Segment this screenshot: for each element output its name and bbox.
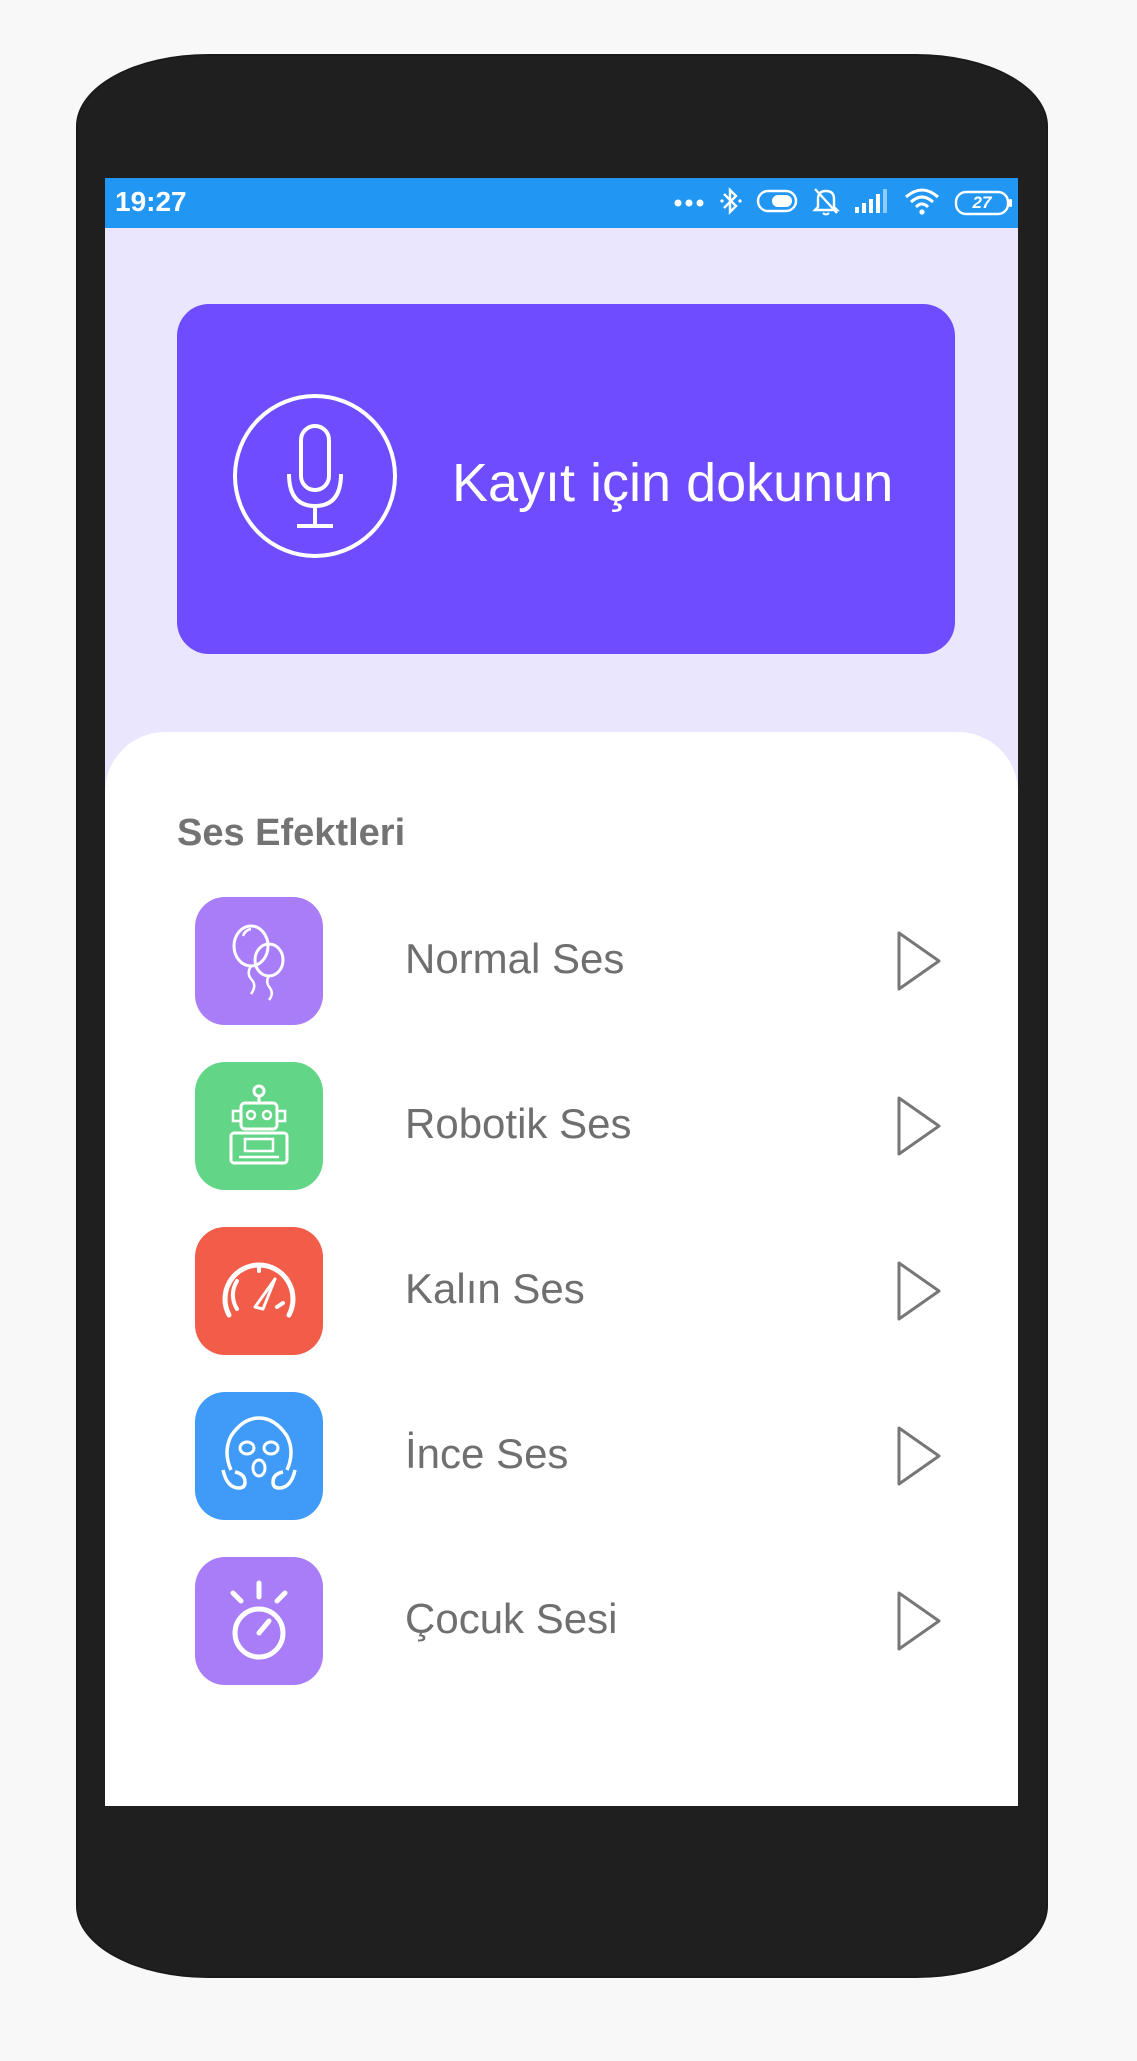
play-icon[interactable]	[895, 929, 943, 993]
play-icon[interactable]	[895, 1094, 943, 1158]
effect-label: Robotik Ses	[405, 1100, 632, 1147]
effect-label: Kalın Ses	[405, 1265, 585, 1312]
status-icons: 27	[674, 184, 1014, 222]
effect-item-deep[interactable]: Kalın Ses	[195, 1227, 955, 1355]
bluetooth-icon	[720, 186, 742, 221]
scared-face-icon	[195, 1392, 323, 1520]
section-title: Ses Efektleri	[177, 812, 406, 854]
play-icon[interactable]	[895, 1259, 943, 1323]
stopwatch-icon	[195, 1557, 323, 1685]
effect-label: Normal Ses	[405, 935, 625, 982]
app-screen: 19:27 27 Kayıt için dokunun Ses Efektler…	[105, 178, 1018, 1806]
effect-label: İnce Ses	[405, 1430, 569, 1477]
signal-icon	[854, 188, 890, 219]
play-icon[interactable]	[895, 1589, 943, 1653]
speedometer-icon	[195, 1227, 323, 1355]
mute-bell-icon	[812, 186, 840, 221]
toggle-icon	[756, 188, 798, 219]
effects-sheet: Ses Efektleri Normal Ses Robotik Ses Kal…	[105, 732, 1018, 1806]
effect-item-normal[interactable]: Normal Ses	[195, 897, 955, 1025]
effect-item-thin[interactable]: İnce Ses	[195, 1392, 955, 1520]
record-label: Kayıt için dokunun	[452, 453, 894, 513]
microphone-icon	[233, 394, 397, 558]
effect-item-child[interactable]: Çocuk Sesi	[195, 1557, 955, 1685]
wifi-icon	[904, 187, 940, 220]
effect-item-robotic[interactable]: Robotik Ses	[195, 1062, 955, 1190]
status-bar: 19:27 27	[105, 178, 1018, 228]
battery-icon: 27	[954, 190, 1014, 216]
robot-icon	[195, 1062, 323, 1190]
balloons-icon	[195, 897, 323, 1025]
battery-level: 27	[972, 193, 992, 212]
effect-label: Çocuk Sesi	[405, 1595, 618, 1642]
record-button[interactable]: Kayıt için dokunun	[177, 304, 955, 654]
more-dots-icon	[674, 194, 706, 212]
play-icon[interactable]	[895, 1424, 943, 1488]
status-time: 19:27	[115, 186, 187, 217]
